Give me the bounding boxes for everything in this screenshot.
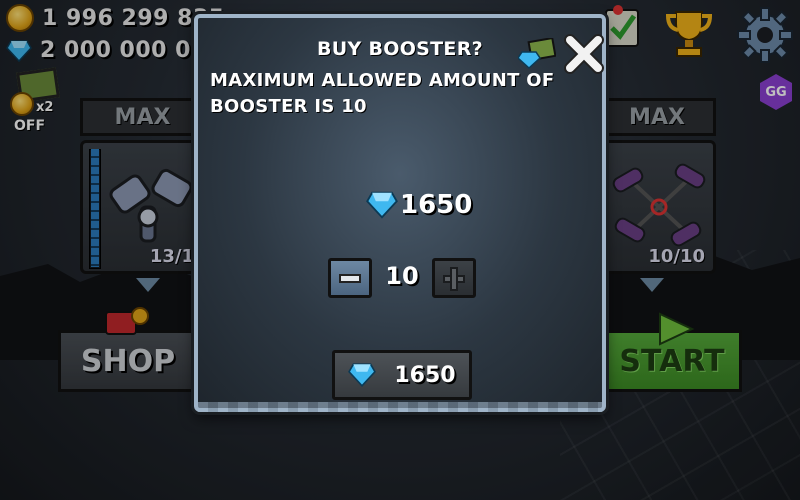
buy-price: 1650: [394, 362, 456, 388]
dialog-bottom-edge: [198, 402, 602, 412]
increase-button[interactable]: [432, 258, 476, 298]
quantity-stepper: 10: [328, 258, 478, 300]
gem-icon: [348, 363, 377, 387]
quantity-value: 10: [385, 262, 419, 290]
buy-booster-dialog: BUY BOOSTER? MAXIMUM ALLOWED AMOUNT OF B…: [194, 14, 606, 412]
gem-icon: [366, 191, 398, 219]
minus-icon: [339, 274, 361, 283]
decrease-button[interactable]: [328, 258, 372, 298]
total-price: 1650: [366, 190, 472, 220]
buy-button[interactable]: 1650: [332, 350, 472, 400]
dialog-header: BUY BOOSTER?: [206, 26, 604, 74]
total-price-value: 1650: [400, 190, 473, 220]
booster-icon: [518, 38, 556, 70]
dialog-message: MAXIMUM ALLOWED AMOUNT OF BOOSTER IS 10: [210, 70, 555, 117]
